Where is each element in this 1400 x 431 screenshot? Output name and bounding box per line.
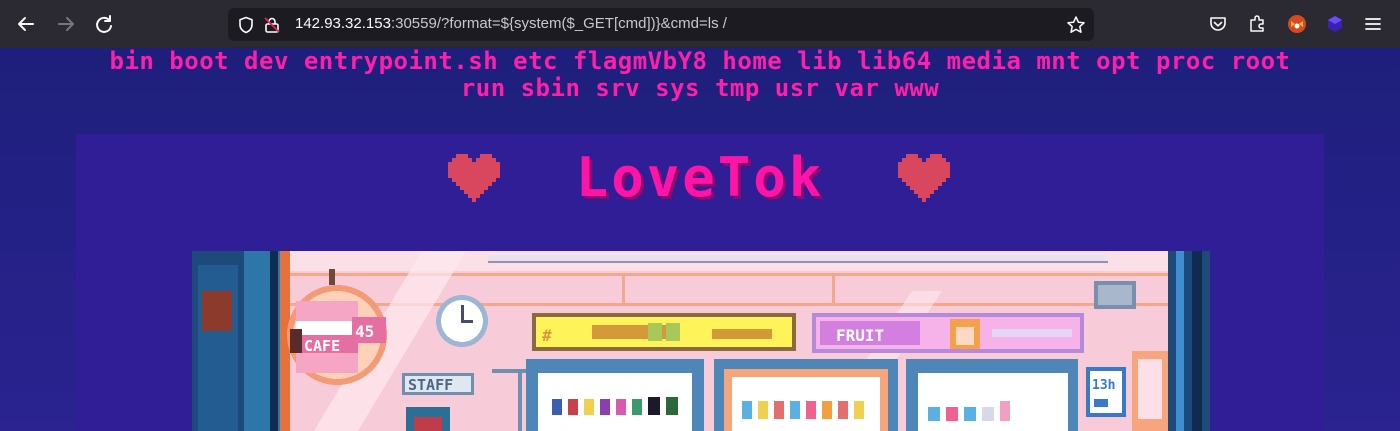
command-output-line-1: bin boot dev entrypoint.sh etc flagmVbY8… xyxy=(109,47,1291,75)
reload-button[interactable] xyxy=(89,9,119,39)
cafe-sign-label: CAFE xyxy=(304,337,340,355)
forward-button[interactable] xyxy=(51,9,81,39)
shield-icon[interactable] xyxy=(234,13,258,37)
extensions-icon[interactable] xyxy=(1245,12,1269,36)
url-bar[interactable]: 142.93.32.153:30559/?format=${system($_G… xyxy=(228,8,1094,41)
fruit-sign-label: FRUIT xyxy=(836,326,884,345)
title-row: LoveTok xyxy=(76,148,1324,208)
shelf-tag-label: 13h xyxy=(1092,378,1115,393)
back-arrow-icon xyxy=(18,17,34,31)
shop-scene: CAFE 45 STAFF # FRUIT 13h xyxy=(192,251,1210,431)
cafe-sign-number: 45 xyxy=(355,322,374,341)
insecure-lock-icon[interactable] xyxy=(260,13,284,37)
command-output: bin boot dev entrypoint.sh etc flagmVbY8… xyxy=(0,48,1400,102)
page-content: bin boot dev entrypoint.sh etc flagmVbY8… xyxy=(0,48,1400,431)
pocket-icon[interactable] xyxy=(1206,12,1230,36)
heart-right-icon xyxy=(898,154,950,202)
reload-icon xyxy=(96,15,112,33)
extension-cube-icon[interactable] xyxy=(1323,12,1347,36)
main-panel: LoveTok CAFE 45 STAFF # FRUIT 13h xyxy=(76,134,1324,431)
url-host: 142.93.32.153 xyxy=(295,15,391,32)
forward-arrow-icon xyxy=(58,17,74,31)
lovetok-logo: LoveTok xyxy=(575,146,825,209)
browser-toolbar: 142.93.32.153:30559/?format=${system($_G… xyxy=(0,0,1400,48)
url-path: :30559/?format=${system($_GET[cmd])}&cmd… xyxy=(390,15,727,32)
pixel-art-shop-illustration: CAFE 45 STAFF # FRUIT 13h xyxy=(192,251,1210,431)
menu-icon[interactable] xyxy=(1361,12,1385,36)
svg-text:#: # xyxy=(542,326,552,345)
bookmark-star-icon[interactable] xyxy=(1064,13,1088,37)
staff-sign-label: STAFF xyxy=(408,376,453,394)
url-text[interactable]: 142.93.32.153:30559/?format=${system($_G… xyxy=(295,15,727,32)
back-button[interactable] xyxy=(11,9,41,39)
command-output-line-2: run sbin srv sys tmp usr var www xyxy=(460,74,940,102)
foxyproxy-extension-icon[interactable] xyxy=(1285,12,1309,36)
